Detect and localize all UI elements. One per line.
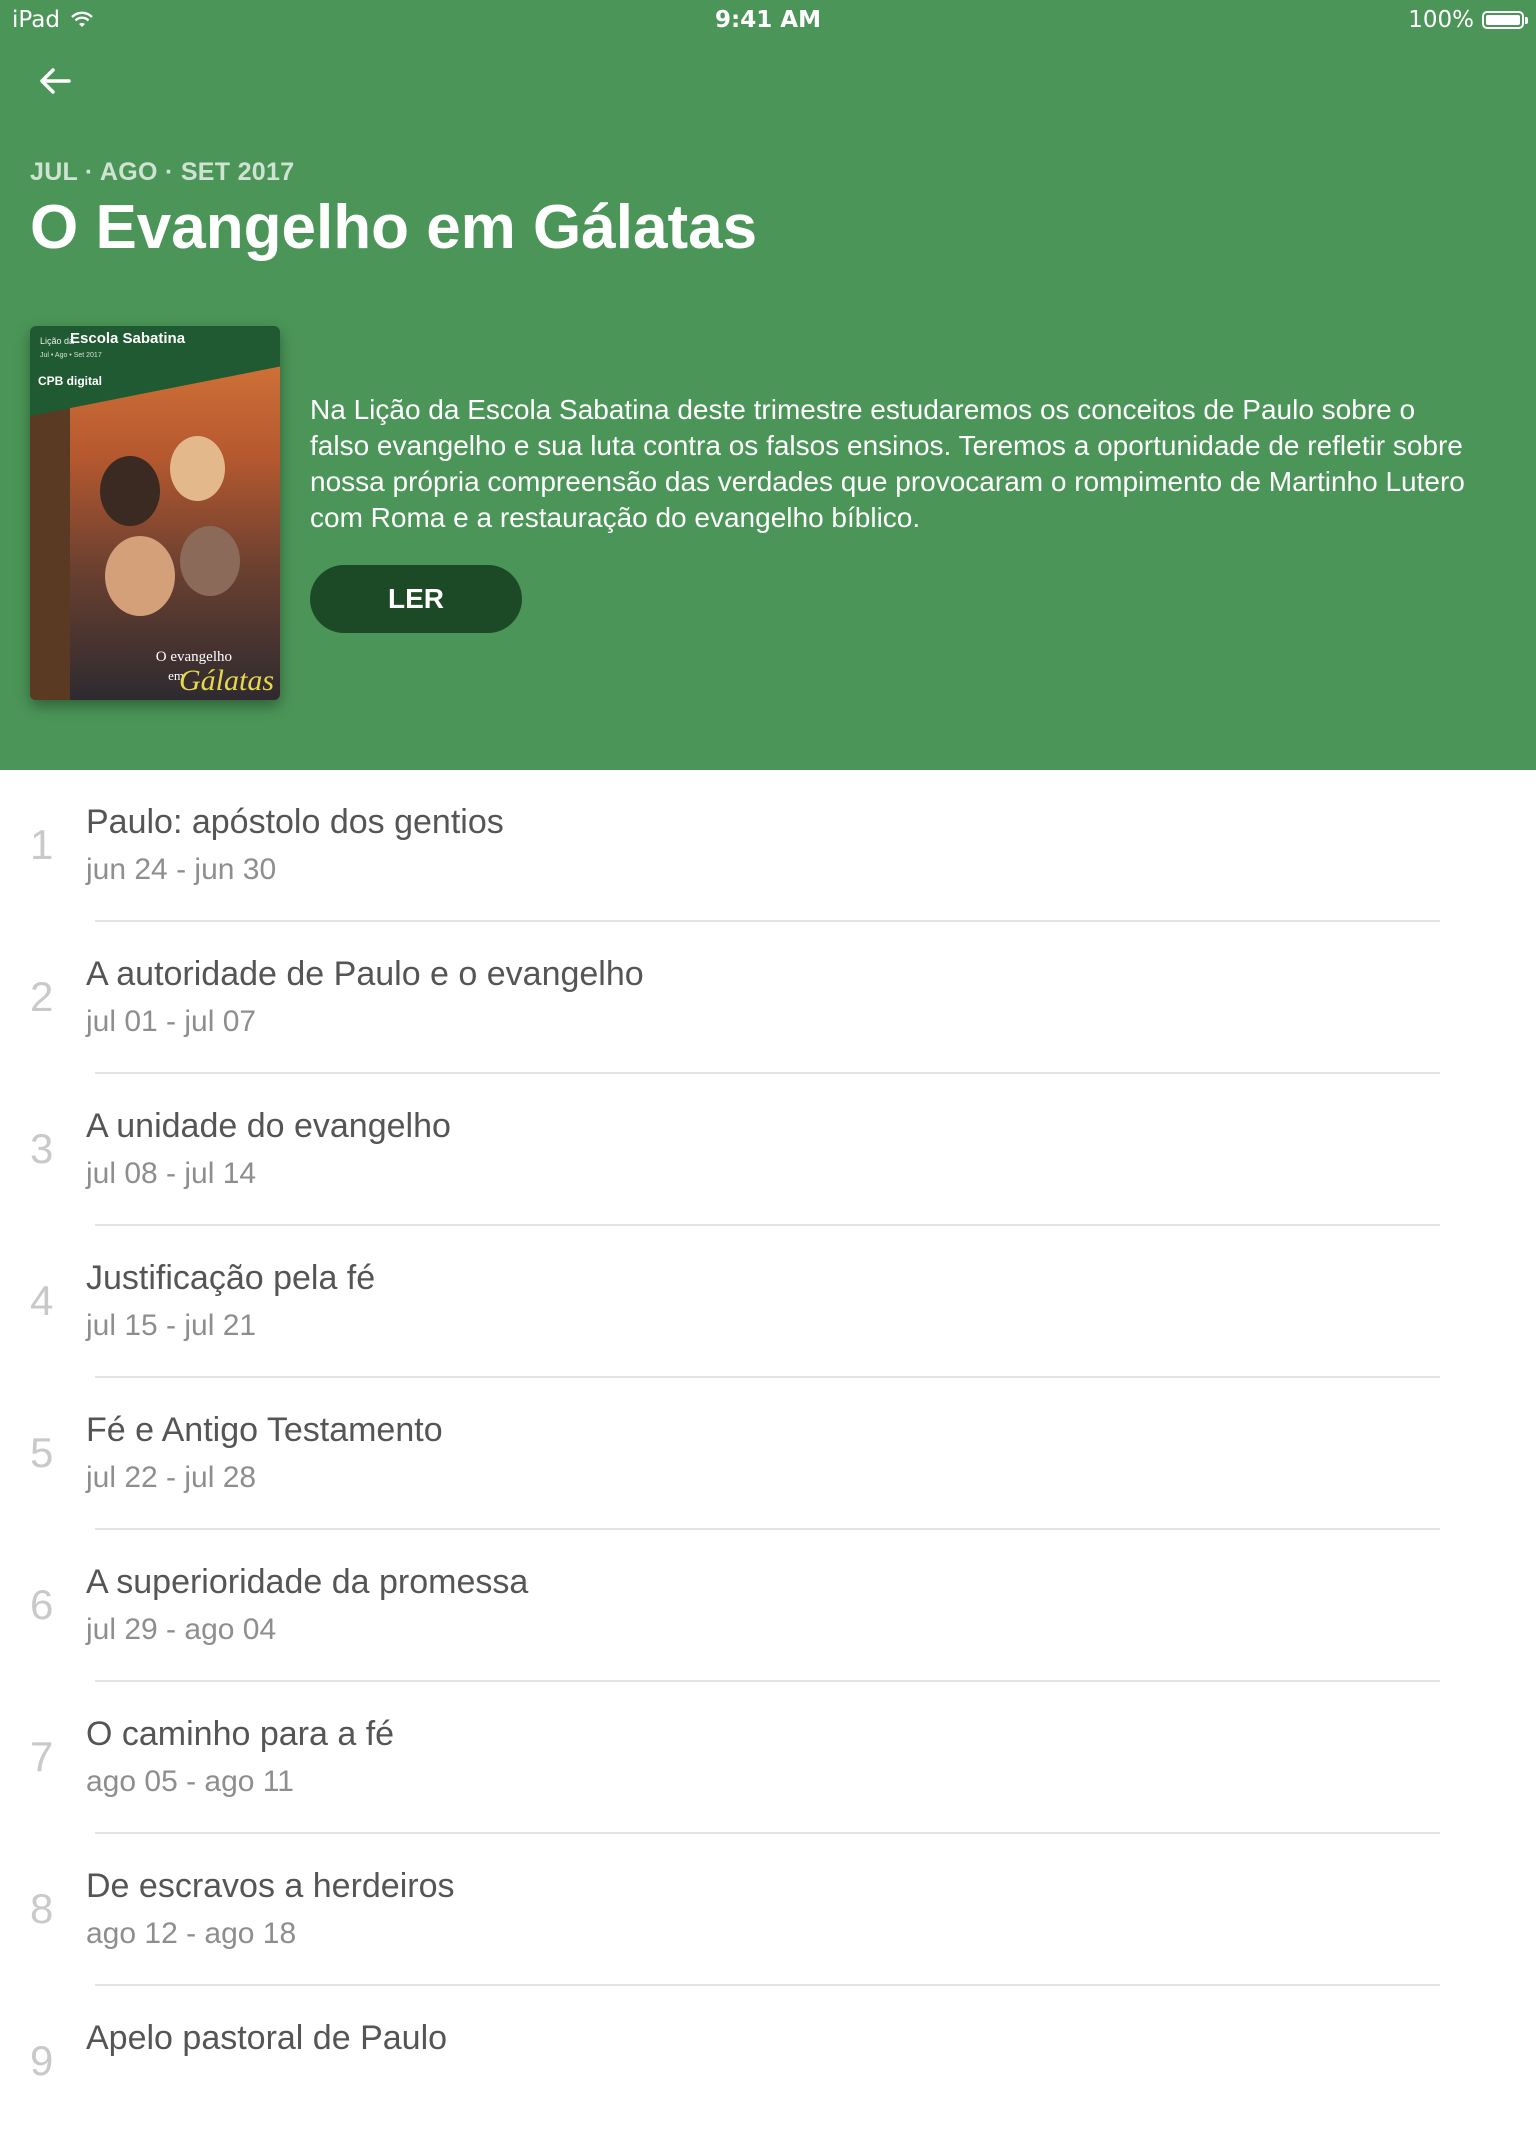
quarterly-description: Na Lição da Escola Sabatina deste trimes… xyxy=(310,394,1465,533)
cover-figure-1 xyxy=(100,456,160,526)
lesson-title: O caminho para a fé xyxy=(86,1715,395,1753)
status-right: 100% xyxy=(1408,0,1528,40)
lesson-title: Fé e Antigo Testamento xyxy=(86,1411,443,1449)
lesson-dates: jul 15 - jul 21 xyxy=(86,1309,257,1342)
lesson-number: 5 xyxy=(30,1429,54,1476)
lesson-title: De escravos a herdeiros xyxy=(86,1867,455,1905)
lesson-item[interactable]: 2 A autoridade de Paulo e o evangelho ju… xyxy=(0,922,1536,1074)
lesson-dates: ago 12 - ago 18 xyxy=(86,1917,297,1950)
battery-icon xyxy=(1482,11,1528,29)
read-button[interactable]: LER xyxy=(310,565,522,633)
lesson-title: Paulo: apóstolo dos gentios xyxy=(86,803,504,841)
cover-figure-3 xyxy=(105,536,175,616)
lesson-number: 8 xyxy=(30,1885,54,1932)
lesson-number: 6 xyxy=(30,1581,54,1628)
lesson-number: 3 xyxy=(30,1125,54,1172)
back-button[interactable] xyxy=(30,56,80,106)
cover-title-big: Gálatas xyxy=(178,664,274,697)
lesson-item[interactable]: 8 De escravos a herdeiros ago 12 - ago 1… xyxy=(0,1834,1536,1986)
lesson-dates: jul 22 - jul 28 xyxy=(86,1461,257,1494)
lesson-item[interactable]: 6 A superioridade da promessa jul 29 - a… xyxy=(0,1530,1536,1682)
lesson-item[interactable]: 5 Fé e Antigo Testamento jul 22 - jul 28 xyxy=(0,1378,1536,1530)
cover-cross xyxy=(30,396,70,700)
lesson-item[interactable]: 7 O caminho para a fé ago 05 - ago 11 xyxy=(0,1682,1536,1834)
page-title: O Evangelho em Gálatas xyxy=(30,193,758,262)
lesson-dates: ago 05 - ago 11 xyxy=(86,1765,294,1798)
status-time: 9:41 AM xyxy=(715,7,821,33)
quarterly-cover-image: Lição da Escola Sabatina Jul • Ago • Set… xyxy=(30,326,280,700)
cover-dates: Jul • Ago • Set 2017 xyxy=(40,352,102,359)
cover-figure-2 xyxy=(170,436,225,501)
lesson-number: 9 xyxy=(30,2037,54,2084)
lesson-item[interactable]: 9 Apelo pastoral de Paulo xyxy=(0,1986,1536,2138)
status-bar: iPad 9:41 AM 100% xyxy=(0,0,1536,40)
lesson-title: Apelo pastoral de Paulo xyxy=(86,2019,448,2057)
battery-percent: 100% xyxy=(1408,7,1474,33)
lesson-item[interactable]: 3 A unidade do evangelho jul 08 - jul 14 xyxy=(0,1074,1536,1226)
lesson-list: 1 Paulo: apóstolo dos gentios jun 24 - j… xyxy=(0,770,1536,2138)
lesson-item[interactable]: 1 Paulo: apóstolo dos gentios jun 24 - j… xyxy=(0,770,1536,922)
lesson-dates: jun 24 - jun 30 xyxy=(86,853,277,886)
quarter-label: JUL · AGO · SET 2017 xyxy=(30,158,295,186)
lesson-title: A autoridade de Paulo e o evangelho xyxy=(86,955,644,993)
lesson-dates: jul 29 - ago 04 xyxy=(86,1613,277,1646)
cover-figure-4 xyxy=(180,526,240,596)
lesson-dates: jul 01 - jul 07 xyxy=(86,1005,257,1038)
lesson-item[interactable]: 4 Justificação pela fé jul 15 - jul 21 xyxy=(0,1226,1536,1378)
cover-series-title: Escola Sabatina xyxy=(70,330,186,347)
lesson-number: 7 xyxy=(30,1733,54,1780)
lesson-number: 1 xyxy=(30,821,54,868)
cover-small-text: Lição da xyxy=(40,336,75,346)
lesson-dates: jul 08 - jul 14 xyxy=(86,1157,257,1190)
lesson-number: 2 xyxy=(30,973,54,1020)
arrow-left-icon xyxy=(40,68,71,94)
lesson-title: A superioridade da promessa xyxy=(86,1563,529,1601)
quarterly-header: iPad 9:41 AM 100% JUL · AGO · SET 2017 O… xyxy=(0,0,1536,770)
lesson-title: A unidade do evangelho xyxy=(86,1107,451,1145)
lesson-number: 4 xyxy=(30,1277,54,1324)
cpb-logo: CPB digital xyxy=(38,374,103,388)
lesson-title: Justificação pela fé xyxy=(86,1259,376,1297)
